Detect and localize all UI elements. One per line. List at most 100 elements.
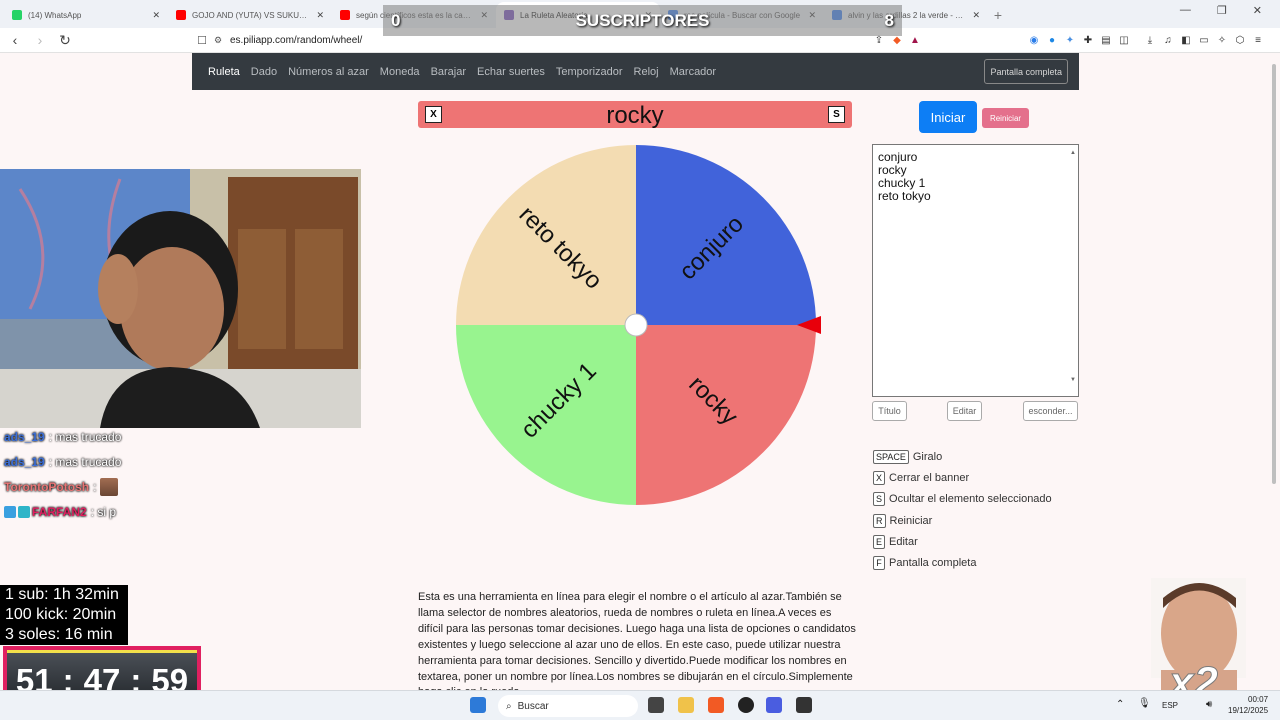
site-nav-item[interactable]: Ruleta xyxy=(208,66,240,78)
language-indicator[interactable]: ESP xyxy=(1162,701,1178,710)
spin-wheel[interactable]: conjurorockychucky 1reto tokyo xyxy=(454,143,818,507)
reaction-overlay: x2 xyxy=(1151,578,1246,708)
epic-games-icon[interactable] xyxy=(796,697,812,713)
browser-tab[interactable]: GOJO AND (YUTA) VS SUKUNA | ✕ xyxy=(168,2,332,28)
site-nav-item[interactable]: Reloj xyxy=(634,66,659,78)
task-view-icon[interactable] xyxy=(648,697,664,713)
new-tab-button[interactable]: + xyxy=(988,2,1008,28)
tray-chevron-icon[interactable]: ⌃ xyxy=(1116,699,1124,710)
entry-line: reto tokyo xyxy=(878,189,931,203)
entry-line: conjuro xyxy=(878,150,918,164)
speaker-icon[interactable]: 🔊︎ xyxy=(1206,699,1212,710)
goal-line: 3 soles: 16 min xyxy=(5,626,113,643)
banner-close-button[interactable]: X xyxy=(425,106,442,123)
shortcut-row: X Cerrar el banner xyxy=(873,467,1052,488)
page-scrollbar[interactable] xyxy=(1268,54,1280,690)
windows-start-icon[interactable] xyxy=(470,697,486,713)
reload-icon[interactable]: ↻ xyxy=(55,32,75,49)
tab-title: (14) WhatsApp xyxy=(28,10,82,20)
site-nav-item[interactable]: Moneda xyxy=(380,66,420,78)
site-nav-item[interactable]: Dado xyxy=(251,66,277,78)
site-navbar: Ruleta Dado Números al azar Moneda Barajar Ec… xyxy=(192,53,1079,90)
tab-close-icon[interactable]: ✕ xyxy=(152,10,160,21)
site-nav-item[interactable]: Marcador xyxy=(670,66,716,78)
brave-rewards-icon[interactable]: ▲ xyxy=(906,33,924,47)
vpn-icon[interactable]: ⬡ xyxy=(1231,33,1249,47)
shortcut-row: F Pantalla completa xyxy=(873,552,1052,573)
textarea-scrollbar[interactable]: ▲ ▼ xyxy=(1069,146,1077,395)
extension-toolbar: ◉ ● ✦ ✚ ▤ ◫ ⤓ ♫ ◧ ▭ ✧ ⬡ ≡ xyxy=(1025,33,1267,47)
audio-icon[interactable]: ◉ xyxy=(1025,33,1043,47)
hide-button[interactable]: esconder... xyxy=(1023,401,1078,421)
site-nav-item[interactable]: Echar suertes xyxy=(477,66,545,78)
shortcut-label: Cerrar el banner xyxy=(889,471,970,484)
shortcut-key: E xyxy=(873,534,886,549)
subs-right-count: 8 xyxy=(884,11,894,30)
chat-message: TorontoPotosh: xyxy=(4,474,264,499)
ai-icon[interactable]: ✧ xyxy=(1213,33,1231,47)
site-nav-item[interactable]: Números al azar xyxy=(288,66,369,78)
fullscreen-button[interactable]: Pantalla completa xyxy=(984,59,1068,84)
close-window-icon[interactable]: ✕ xyxy=(1253,4,1262,17)
microphone-icon[interactable]: 🎙︎ xyxy=(1138,698,1151,709)
tab-close-icon[interactable]: ✕ xyxy=(316,10,324,21)
tab-close-icon[interactable]: ✕ xyxy=(972,10,980,21)
edit-button[interactable]: Editar xyxy=(947,401,982,421)
download-icon[interactable]: ⤓ xyxy=(1141,33,1159,47)
start-button[interactable]: Iniciar xyxy=(919,101,977,133)
scroll-down-icon[interactable]: ▼ xyxy=(1070,374,1076,387)
shortcut-label: Giralo xyxy=(912,450,943,463)
extension-icon-2[interactable]: ✦ xyxy=(1061,33,1079,47)
extension-icon-1[interactable]: ● xyxy=(1043,33,1061,47)
music-icon[interactable]: ♫ xyxy=(1159,33,1177,47)
shortcut-key: X xyxy=(873,470,886,485)
shortcut-row: E Editar xyxy=(873,531,1052,552)
webcam-feed xyxy=(0,169,361,428)
banner-result-text: rocky xyxy=(606,102,664,128)
site-nav-item[interactable]: Temporizador xyxy=(556,66,623,78)
restore-icon[interactable]: ❐ xyxy=(1217,4,1227,17)
shortcut-label: Pantalla completa xyxy=(889,557,977,570)
stream-chat: ads_19: mas trucado ads_19: mas trucado To… xyxy=(4,424,264,524)
reset-button[interactable]: Reiniciar xyxy=(982,108,1029,128)
keyboard-shortcuts: SPACE Giralo X Cerrar el banner S Ocultar … xyxy=(873,446,1052,574)
minimize-icon[interactable]: — xyxy=(1180,4,1191,17)
entries-textarea[interactable]: conjuro rocky chucky 1 reto tokyo ▲ ▼ xyxy=(872,144,1079,397)
chat-emote-icon xyxy=(100,477,119,496)
back-arrow-icon[interactable]: ‹ xyxy=(5,32,25,48)
site-nav-item[interactable]: Barajar xyxy=(431,66,466,78)
chat-message: ads_19: mas trucado xyxy=(4,449,264,474)
tab-favicon-icon xyxy=(340,10,350,20)
windows-taskbar: ⌕ Buscar ⌃ 🎙︎ ESP 🔊︎ 00:07 19/12/2025 xyxy=(0,690,1280,720)
title-button[interactable]: Título xyxy=(872,401,907,421)
chat-message: FARFAN2: si p xyxy=(4,499,264,524)
scroll-up-icon[interactable]: ▲ xyxy=(1070,147,1076,160)
obs-icon[interactable] xyxy=(738,697,754,713)
wallet-icon[interactable]: ▭ xyxy=(1195,33,1213,47)
taskbar-search[interactable]: ⌕ Buscar xyxy=(498,695,638,717)
tab-title: GOJO AND (YUTA) VS SUKUNA | xyxy=(192,10,311,20)
menu-icon[interactable]: ≡ xyxy=(1249,33,1267,47)
brave-browser-icon[interactable] xyxy=(708,697,724,713)
chat-username: ads_19 xyxy=(4,454,45,469)
chat-text: : xyxy=(93,479,97,494)
chat-badge-icon xyxy=(18,505,30,518)
banner-hide-button[interactable]: S xyxy=(828,106,845,123)
page-scrollbar-thumb[interactable] xyxy=(1272,64,1276,484)
active-app-icon[interactable] xyxy=(766,697,782,713)
site-info-icon[interactable]: ⚙ xyxy=(214,35,230,46)
puzzle-icon[interactable]: ✚ xyxy=(1079,33,1097,47)
sidebar-icon-2[interactable]: ◫ xyxy=(1115,33,1133,47)
bookmark-icon[interactable]: ☐ xyxy=(190,34,214,47)
browser-tab[interactable]: (14) WhatsApp ✕ xyxy=(4,2,168,28)
reading-list-icon[interactable]: ◧ xyxy=(1177,33,1195,47)
sidebar-icon[interactable]: ▤ xyxy=(1097,33,1115,47)
result-banner: rocky X S xyxy=(418,101,852,128)
url-text[interactable]: es.piliapp.com/random/wheel/ xyxy=(230,35,362,46)
chat-text: : mas trucado xyxy=(48,454,122,469)
file-explorer-icon[interactable] xyxy=(678,697,694,713)
forward-arrow-icon[interactable]: › xyxy=(30,32,50,48)
chat-message: ads_19: mas trucado xyxy=(4,424,264,449)
search-placeholder: Buscar xyxy=(517,700,549,712)
taskbar-clock[interactable]: 00:07 19/12/2025 xyxy=(1228,694,1268,716)
